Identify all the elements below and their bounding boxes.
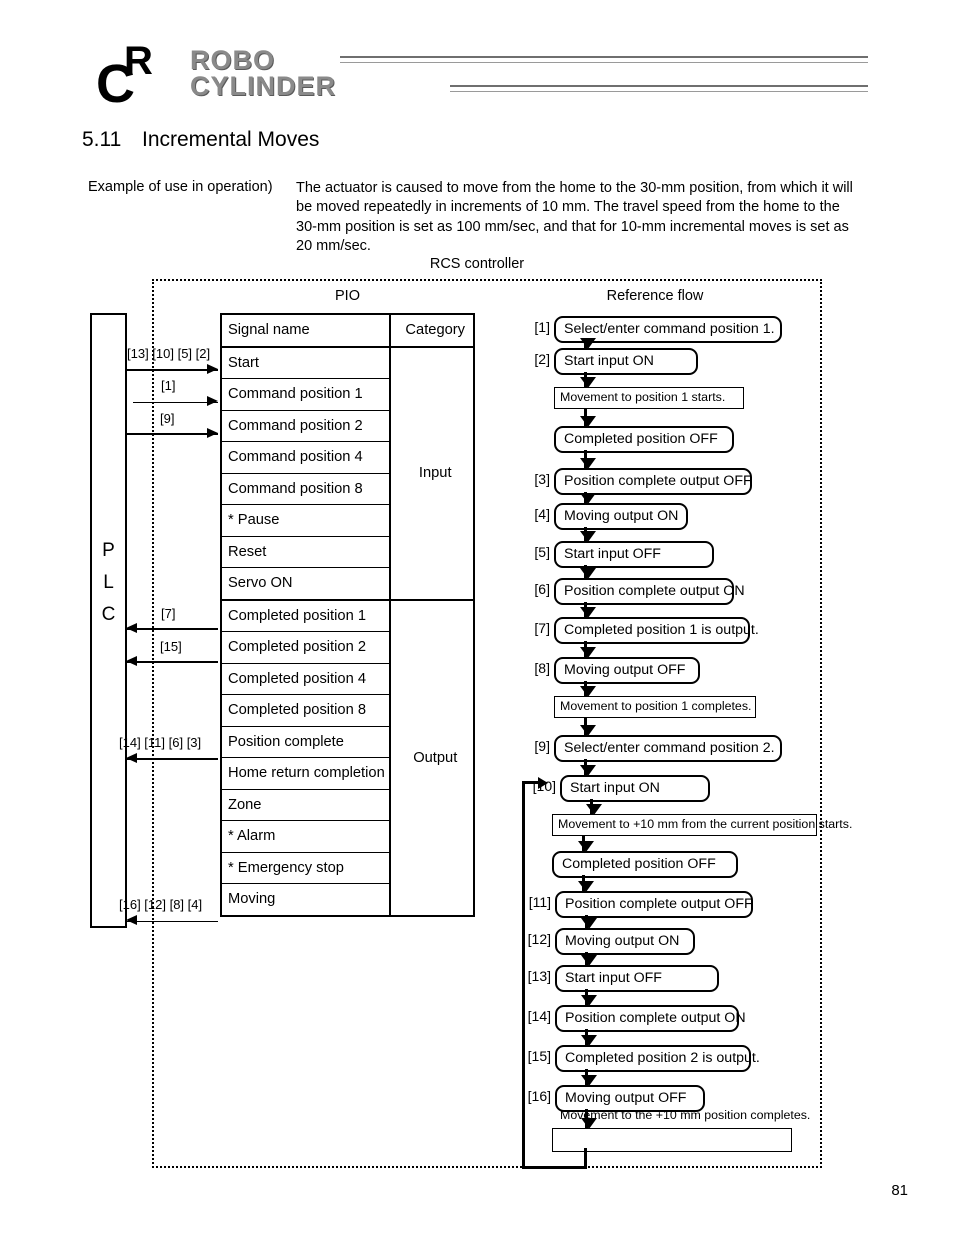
flow-step-box: Position complete output ON: [554, 578, 745, 605]
flow-step-index: [3]: [534, 471, 550, 487]
flow-loop-arrowhead: [538, 777, 548, 789]
flow-connector-arrow: [579, 717, 596, 736]
arrowhead-left: [126, 915, 137, 925]
flow-connector-arrow: [580, 952, 597, 966]
arrowhead-right: [207, 396, 218, 406]
flow-connector-arrow: [579, 492, 596, 504]
flow-step-box: Completed position 1 is output.: [554, 617, 759, 644]
flow-step-index: [4]: [534, 506, 550, 522]
flow-loop-vertical-segment: [522, 781, 525, 1169]
signal-arrow-label: [7]: [161, 606, 176, 621]
flow-step-index: [8]: [534, 660, 550, 676]
flow-step-box: Completed position OFF: [552, 851, 738, 878]
flow-step-box: Select/enter command position 2.: [554, 735, 782, 762]
flow-connector-arrow: [579, 527, 596, 542]
signal-arrows-layer: [13] [10] [5] [2] [1] [9] [7] [15] [14] [11] …: [0, 0, 954, 1235]
flow-step-box: Position complete output OFF: [555, 891, 753, 918]
flow-step-index: [6]: [534, 581, 550, 597]
flow-step-box: Completed position OFF: [554, 426, 734, 453]
arrowhead-left: [126, 656, 137, 666]
flow-step-box: Position complete output ON: [555, 1005, 746, 1032]
flow-connector-arrow: [577, 875, 594, 892]
flow-step-text-floating: Movement to the +10 mm position complete…: [560, 1108, 811, 1122]
flow-connector-arrow: [579, 565, 596, 579]
flow-connector-arrow: [579, 372, 596, 388]
flow-connector-arrow: [579, 338, 596, 349]
flow-step-box: Start input ON: [554, 348, 698, 375]
flow-step-box: Moving output OFF: [554, 657, 700, 684]
flow-connector-arrow: [579, 681, 596, 697]
flow-connector-arrow: [580, 1029, 597, 1046]
signal-arrow: [126, 621, 218, 637]
flow-connector-arrow: [577, 835, 594, 852]
flow-loop-top-segment: [522, 781, 538, 784]
flow-step-box: Start input OFF: [555, 965, 719, 992]
flow-step-index: [1]: [534, 319, 550, 335]
arrowhead-left: [126, 753, 137, 763]
signal-arrow-label: [15]: [160, 639, 182, 654]
signal-arrow-label: [16] [12] [8] [4]: [119, 897, 203, 912]
flow-step-box: Movement to +10 mm from the current posi…: [552, 814, 852, 836]
flow-step-index: [9]: [534, 738, 550, 754]
flow-step-box: Movement to position 1 starts.: [554, 387, 744, 409]
flow-step-box: Movement to position 1 completes.: [554, 696, 756, 718]
flow-step-box: Position complete output OFF: [554, 468, 752, 495]
flow-connector-arrow: [580, 1069, 597, 1086]
page-number: 81: [891, 1182, 908, 1199]
signal-arrow: [126, 362, 218, 378]
flow-step-index: [7]: [534, 620, 550, 636]
flow-step-box: Completed position 2 is output.: [555, 1045, 760, 1072]
flow-step-box: Start input ON: [560, 775, 710, 802]
flow-step-index: [2]: [534, 351, 550, 367]
flow-loop-right-stub: [584, 1148, 587, 1169]
arrowhead-right: [207, 364, 218, 374]
flow-connector-arrow: [580, 989, 597, 1006]
flow-connector-arrow: [579, 450, 596, 469]
signal-arrow: [126, 913, 218, 929]
signal-arrow-label: [13] [10] [5] [2]: [127, 346, 211, 361]
flow-connector-arrow: [579, 641, 596, 658]
signal-arrow: [126, 426, 218, 442]
arrowhead-left: [126, 623, 137, 633]
flow-connector-arrow: [580, 915, 597, 929]
signal-arrow: [126, 751, 218, 767]
flow-step-index: [5]: [534, 544, 550, 560]
flow-connector-arrow: [579, 759, 596, 776]
flow-loop-bottom-segment: [522, 1166, 584, 1169]
arrowhead-right: [207, 428, 218, 438]
signal-arrow-label: [14] [11] [6] [3]: [119, 735, 202, 750]
signal-arrow: [126, 654, 218, 670]
signal-arrow-label: [9]: [160, 411, 175, 426]
flow-connector-arrow: [579, 408, 596, 427]
flow-connector-arrow: [579, 602, 596, 618]
flow-step-box: [552, 1128, 792, 1152]
flow-connector-arrow: [585, 799, 602, 815]
flow-step-box: Moving output ON: [555, 928, 695, 955]
flow-step-box: Moving output ON: [554, 503, 688, 530]
flow-step-box: Start input OFF: [554, 541, 714, 568]
signal-arrow: [133, 394, 218, 410]
signal-arrow-label: [1]: [161, 378, 176, 393]
